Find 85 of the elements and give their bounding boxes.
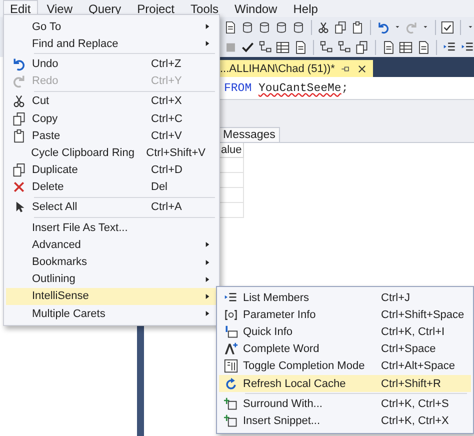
cut-icon[interactable]	[317, 20, 330, 34]
shortcut-text: Ctrl+C	[151, 112, 182, 125]
checkbox-icon[interactable]	[441, 20, 454, 34]
close-icon[interactable]	[356, 64, 367, 74]
menu-item[interactable]: Toggle Completion Mode Ctrl+Alt+Space	[219, 358, 471, 375]
shortcut-text: Ctrl+Shift+V	[146, 146, 206, 159]
paste-icon[interactable]	[351, 20, 364, 34]
shortcut-text: Ctrl+Y	[151, 75, 182, 88]
snippet-icon	[224, 396, 238, 411]
undo-icon[interactable]	[376, 20, 390, 34]
menu-item[interactable]: Go To	[6, 18, 219, 36]
snippet-icon	[224, 414, 238, 428]
menu-bar-item[interactable]: Query	[81, 0, 128, 18]
menu-item[interactable]: Outlining	[6, 270, 219, 288]
shortcut-text: Ctrl+Shift+Space	[381, 308, 466, 321]
copy-icon	[12, 163, 26, 178]
shortcut-text: Ctrl+X	[151, 95, 182, 108]
pin-icon[interactable]	[340, 64, 351, 74]
brackets-icon	[224, 308, 238, 322]
menu-item[interactable]: Bookmarks	[6, 253, 219, 271]
document-icon[interactable]	[382, 40, 396, 54]
tree-icon[interactable]	[338, 40, 352, 54]
menu-item[interactable]: Parameter Info Ctrl+Shift+Space	[219, 306, 471, 324]
menu-item[interactable]: Paste Ctrl+V	[6, 127, 219, 144]
tree-icon[interactable]	[258, 40, 272, 54]
tree-icon[interactable]	[320, 40, 334, 54]
info-panel-icon	[224, 324, 238, 339]
shortcut-text: Ctrl+K, Ctrl+S	[381, 398, 450, 410]
shortcut-text: Ctrl+J	[381, 292, 412, 304]
menu-item[interactable]: Quick Info Ctrl+K, Ctrl+I	[219, 323, 471, 341]
copy-icon	[12, 112, 26, 126]
menu-item[interactable]: Insert File As Text...	[6, 219, 219, 236]
menu-item[interactable]: Multiple Carets	[6, 305, 219, 322]
shortcut-text: Ctrl+A	[151, 201, 182, 214]
menu-item[interactable]: Delete Del	[6, 178, 219, 196]
menu-item[interactable]: IntelliSense	[6, 288, 219, 305]
menu-item[interactable]: Advanced	[6, 236, 219, 254]
database-icon[interactable]	[240, 20, 254, 34]
shortcut-text: Ctrl+D	[151, 164, 182, 176]
menu-item[interactable]: List Members Ctrl+J	[219, 289, 471, 306]
document-icon[interactable]	[294, 40, 308, 54]
document-icon[interactable]	[416, 40, 430, 54]
menu-bar-item[interactable]: Tools	[184, 0, 226, 18]
refresh-icon	[224, 376, 238, 391]
copy-icon[interactable]	[334, 20, 348, 34]
shortcut-text: Ctrl+Alt+Space	[381, 360, 456, 372]
shortcut-text: Ctrl+Z	[151, 58, 182, 70]
database-icon[interactable]	[258, 20, 271, 34]
redo-icon	[12, 74, 26, 88]
menu-bar-item[interactable]: Window	[228, 0, 284, 18]
menu-item[interactable]: Cycle Clipboard Ring Ctrl+Shift+V	[6, 144, 219, 162]
complete-word-icon	[224, 342, 238, 356]
menu-item[interactable]: Copy Ctrl+C	[6, 110, 219, 128]
undo-icon	[12, 56, 26, 71]
database-icon[interactable]	[292, 20, 305, 34]
menu-bar-item[interactable]: Project	[130, 0, 182, 18]
shortcut-text: Ctrl+Space	[381, 343, 437, 356]
menu-item[interactable]: Duplicate Ctrl+D	[6, 162, 219, 179]
shortcut-text: Ctrl+V	[151, 130, 182, 142]
toggle-icon	[224, 359, 238, 374]
menu-item[interactable]: Surround With... Ctrl+K, Ctrl+S	[219, 395, 471, 412]
shortcut-text: Ctrl+K, Ctrl+I	[381, 326, 446, 338]
menu-item[interactable]: Insert Snippet... Ctrl+K, Ctrl+X	[219, 412, 471, 430]
results-tab[interactable]: Messages	[218, 127, 280, 142]
grid-icon[interactable]	[399, 40, 413, 54]
database-icon[interactable]	[274, 20, 288, 34]
menu-bar-item[interactable]: View	[40, 0, 80, 18]
editor-tab[interactable]: ...ALLIHAN\Chad (51))*	[218, 60, 373, 77]
shortcut-text: Ctrl+Shift+R	[381, 378, 442, 390]
shortcut-text: Ctrl+K, Ctrl+X	[381, 414, 450, 427]
grid-icon[interactable]	[276, 40, 290, 54]
menu-item[interactable]: Undo Ctrl+Z	[6, 55, 219, 73]
menu-item[interactable]: Select All Ctrl+A	[6, 198, 219, 216]
delete-icon	[12, 180, 26, 194]
menu-item[interactable]: Refresh Local Cache Ctrl+Shift+R	[219, 374, 471, 392]
menu-item[interactable]: Complete Word Ctrl+Space	[219, 340, 471, 358]
code-line: FROM YouCantSeeMe;	[224, 82, 348, 94]
menu-bar-item[interactable]: Help	[286, 0, 325, 18]
copy-icon[interactable]	[355, 40, 369, 54]
shortcut-text: Del	[151, 181, 168, 194]
menu-item[interactable]: Cut Ctrl+X	[6, 92, 219, 110]
menu-item[interactable]: Find and Replace	[6, 35, 219, 52]
document-icon[interactable]	[224, 20, 237, 34]
paste-icon	[12, 128, 26, 143]
cut-icon	[12, 94, 26, 108]
